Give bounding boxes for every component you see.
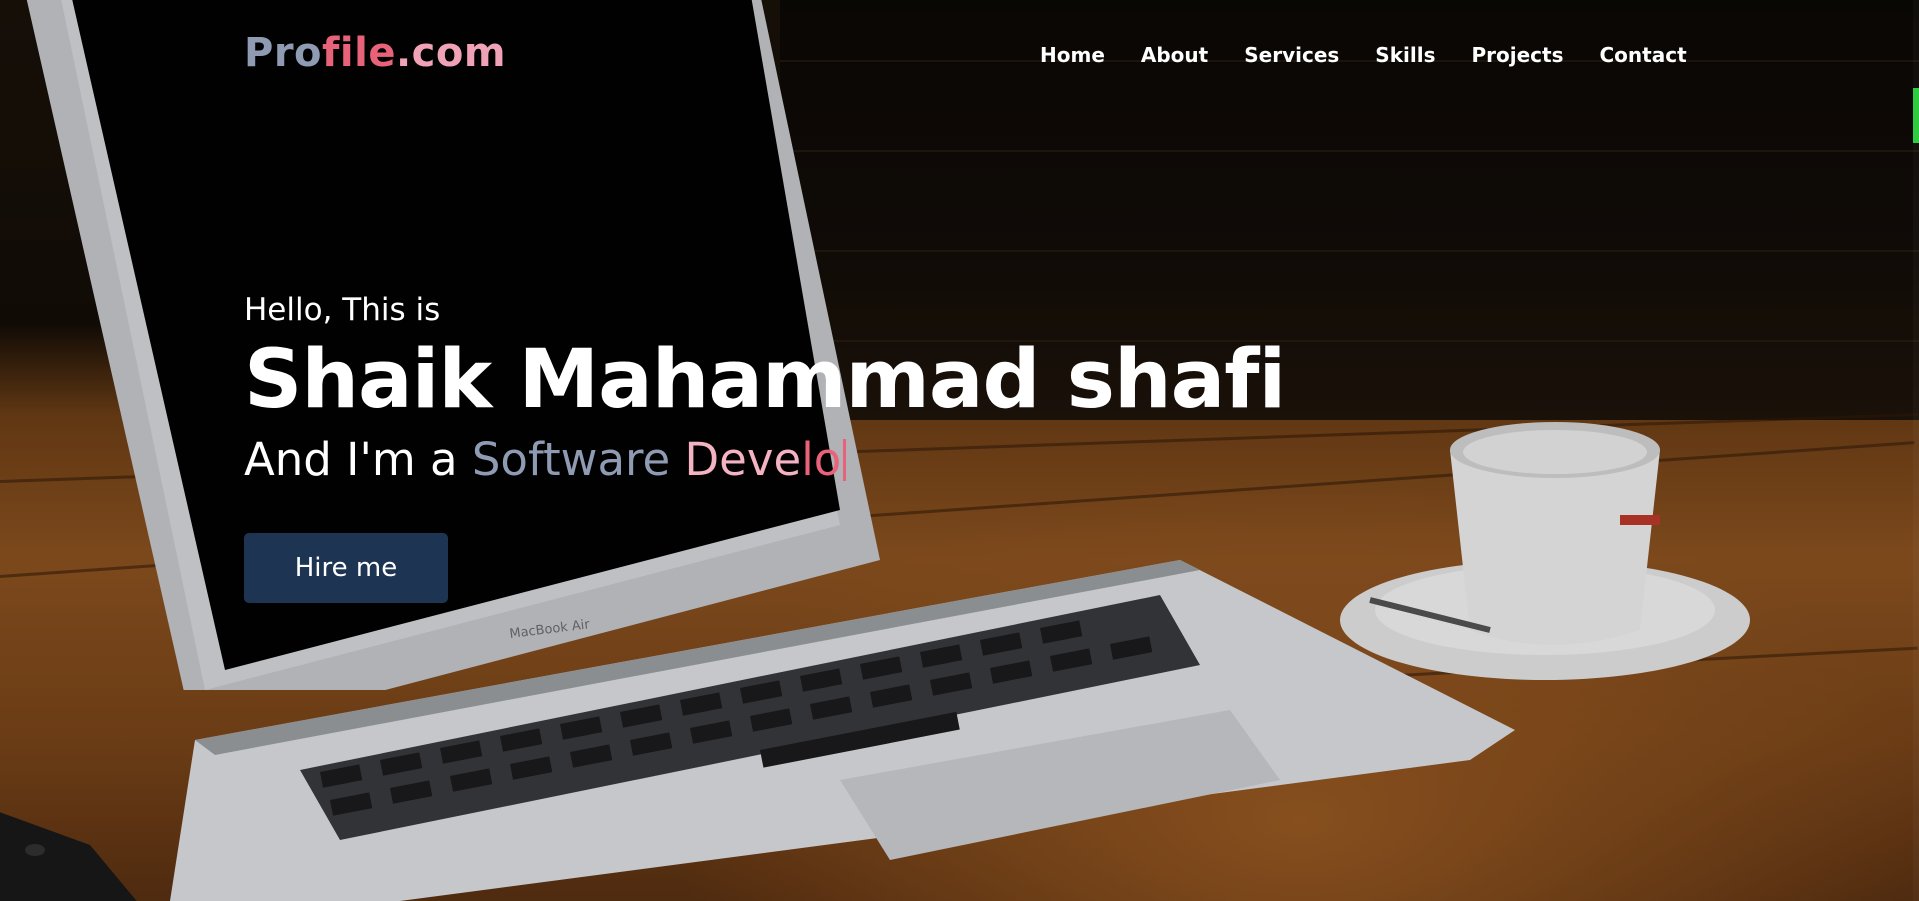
nav-item-projects: Projects xyxy=(1471,40,1599,70)
nav-item-about: About xyxy=(1141,40,1244,70)
site-logo[interactable]: Profile.com xyxy=(244,30,506,76)
nav-item-contact: Contact xyxy=(1600,40,1723,70)
hero-section: MacBook Air Profile.com Home About Servi… xyxy=(0,0,1919,901)
nav-item-skills: Skills xyxy=(1375,40,1471,70)
typed-text-part1: Software xyxy=(471,433,671,486)
hero-content: Hello, This is Shaik Mahammad shafi And … xyxy=(244,290,1286,603)
nav-link-about[interactable]: About xyxy=(1141,40,1208,70)
navbar: Profile.com Home About Services Skills P… xyxy=(0,0,1919,110)
hero-name: Shaik Mahammad shafi xyxy=(244,333,1286,427)
hero-tagline: And I'm a Software Develo xyxy=(244,430,1285,490)
nav-item-home: Home xyxy=(1040,40,1141,70)
typed-text-space xyxy=(670,433,684,486)
tagline-prefix: And I'm a xyxy=(244,433,472,486)
logo-text-part3: .com xyxy=(395,30,507,76)
nav-link-home[interactable]: Home xyxy=(1040,40,1105,70)
typed-text-part3: lo xyxy=(801,433,842,486)
hero-greeting: Hello, This is xyxy=(244,292,441,328)
typing-cursor xyxy=(843,439,847,481)
nav-menu: Home About Services Skills Projects Cont… xyxy=(1040,40,1723,70)
nav-link-projects[interactable]: Projects xyxy=(1471,40,1563,70)
nav-link-services[interactable]: Services xyxy=(1244,40,1339,70)
logo-text-part2: file xyxy=(322,30,396,76)
nav-link-contact[interactable]: Contact xyxy=(1600,40,1687,70)
logo-text-part1: Pro xyxy=(244,30,323,76)
hire-me-button[interactable]: Hire me xyxy=(244,533,448,603)
typed-text-part2: Deve xyxy=(684,433,802,486)
nav-item-services: Services xyxy=(1244,40,1375,70)
nav-link-skills[interactable]: Skills xyxy=(1375,40,1435,70)
